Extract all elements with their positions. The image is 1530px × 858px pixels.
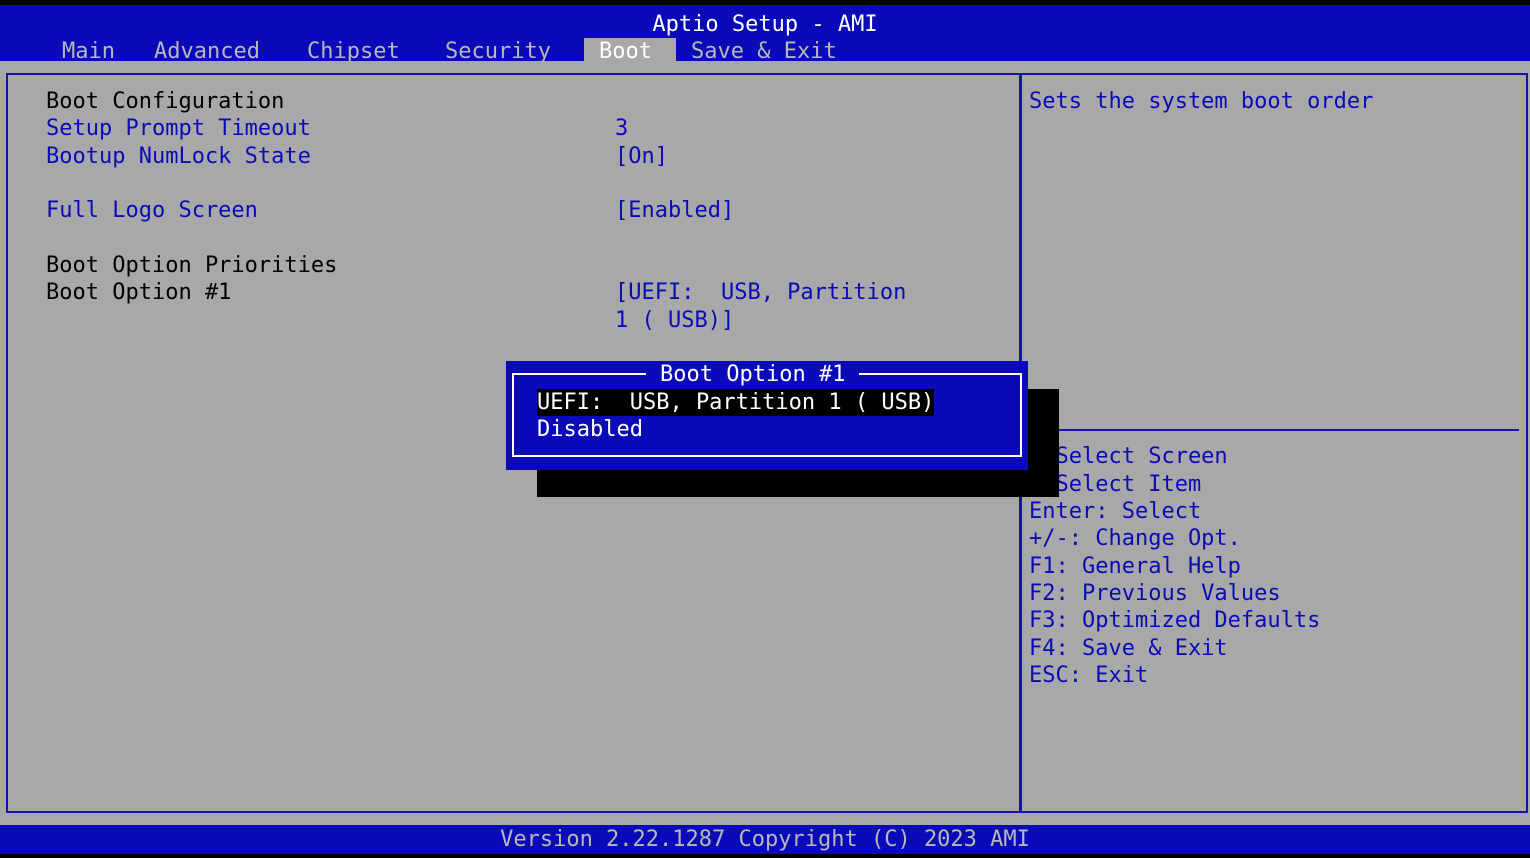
bootup-numlock-state-value[interactable]: [On] bbox=[615, 143, 668, 170]
key-help-enter: Enter: Select bbox=[1029, 499, 1202, 524]
setup-prompt-timeout-label[interactable]: Setup Prompt Timeout bbox=[46, 115, 311, 142]
key-help-f1: F1: General Help bbox=[1029, 554, 1241, 579]
section-boot-configuration: Boot Configuration bbox=[46, 89, 285, 114]
boot-option-1-value-line2[interactable]: 1 ( USB)] bbox=[615, 307, 734, 334]
popup-option-uefi-usb[interactable]: UEFI: USB, Partition 1 ( USB) bbox=[537, 389, 935, 416]
footer-bar: Version 2.22.1287 Copyright (C) 2023 AMI bbox=[0, 825, 1530, 854]
boot-option-1-value-line1[interactable]: [UEFI: USB, Partition bbox=[615, 279, 906, 306]
version-text: Version 2.22.1287 Copyright (C) 2023 AMI bbox=[500, 827, 1030, 852]
header-bar: Aptio Setup - AMI Main Advanced Chipset … bbox=[0, 5, 1530, 65]
key-help-f2: F2: Previous Values bbox=[1029, 581, 1281, 606]
full-logo-screen-label[interactable]: Full Logo Screen bbox=[46, 197, 258, 224]
popup-title: Boot Option #1 bbox=[646, 361, 860, 388]
key-help-change-opt: +/-: Change Opt. bbox=[1029, 526, 1241, 551]
boot-option-1-label[interactable]: Boot Option #1 bbox=[46, 279, 231, 306]
app-title: Aptio Setup - AMI bbox=[652, 12, 878, 37]
key-help-esc: ESC: Exit bbox=[1029, 663, 1149, 688]
help-description: Sets the system boot order bbox=[1029, 89, 1374, 114]
popup-option-disabled[interactable]: Disabled bbox=[537, 416, 643, 443]
setup-prompt-timeout-value[interactable]: 3 bbox=[615, 115, 628, 142]
key-help-f4: F4: Save & Exit bbox=[1029, 636, 1228, 661]
full-logo-screen-value[interactable]: [Enabled] bbox=[615, 197, 734, 224]
bios-screen: Aptio Setup - AMI Main Advanced Chipset … bbox=[0, 0, 1530, 858]
section-boot-option-priorities: Boot Option Priorities bbox=[46, 253, 338, 278]
key-help-f3: F3: Optimized Defaults bbox=[1029, 608, 1321, 633]
bootup-numlock-state-label[interactable]: Bootup NumLock State bbox=[46, 143, 311, 170]
help-divider-horizontal bbox=[1022, 429, 1519, 431]
